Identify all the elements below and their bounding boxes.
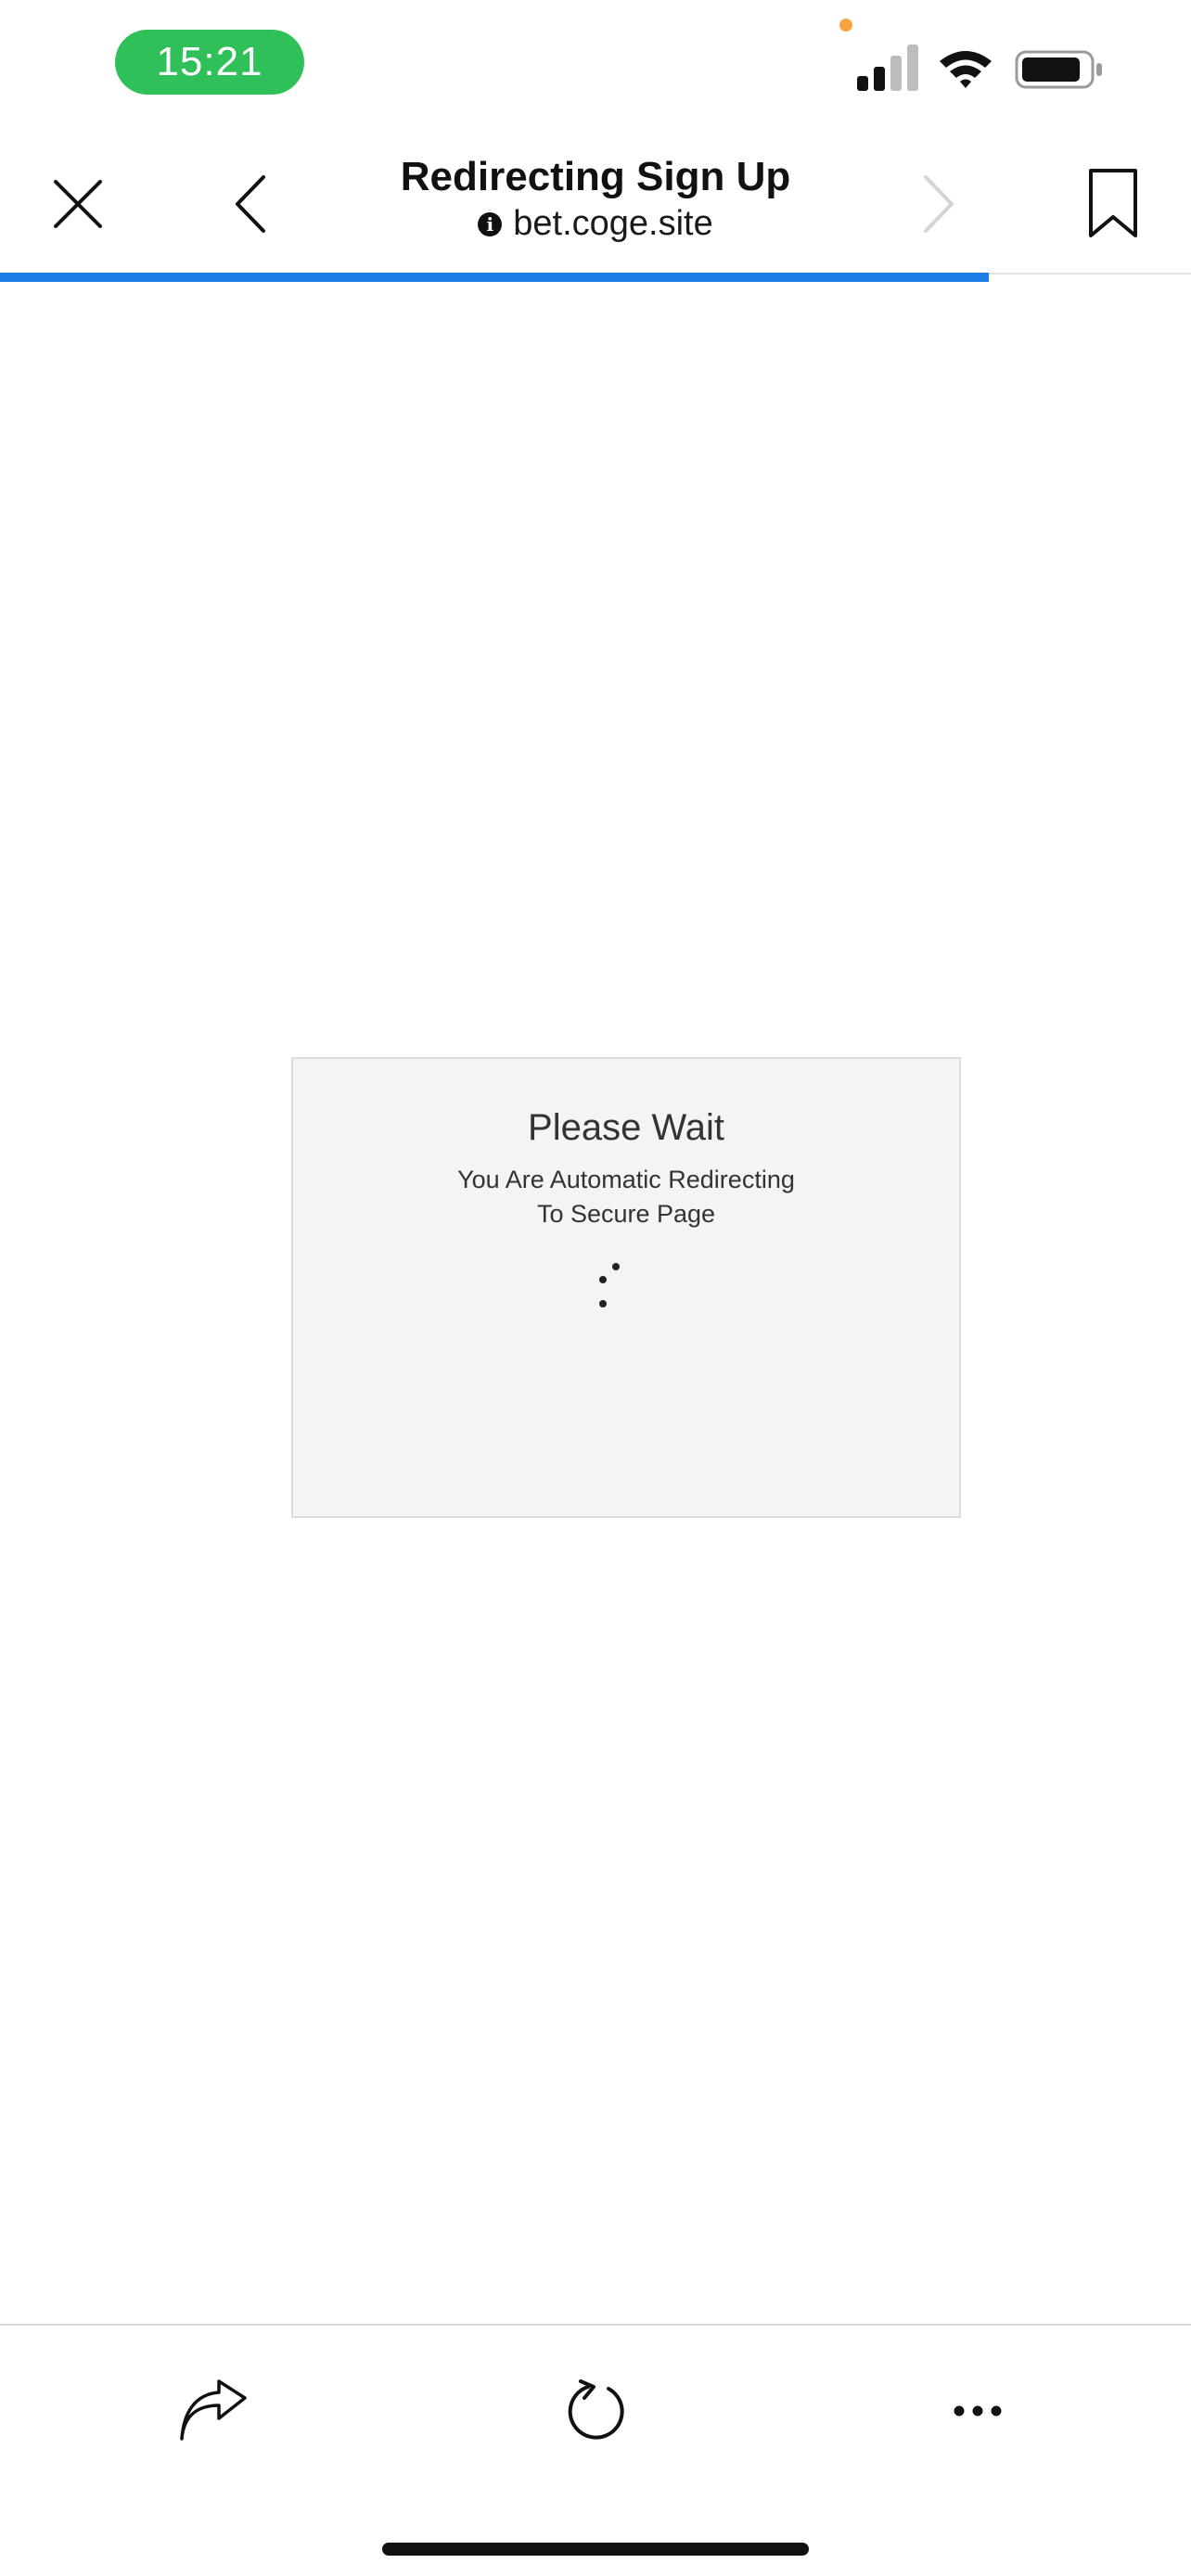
wait-message-line-1: You Are Automatic Redirecting <box>457 1166 795 1193</box>
status-time: 15:21 <box>115 30 304 95</box>
more-button[interactable] <box>931 2365 1024 2457</box>
home-indicator[interactable] <box>382 2543 809 2556</box>
battery-icon <box>1015 50 1102 89</box>
wait-title: Please Wait <box>528 1107 724 1148</box>
more-icon <box>954 2405 1002 2417</box>
reload-button[interactable] <box>549 2365 642 2457</box>
wifi-icon <box>940 51 992 88</box>
page-title: Redirecting Sign Up <box>400 154 791 199</box>
close-button[interactable] <box>32 158 124 250</box>
back-button[interactable] <box>204 158 297 250</box>
privacy-indicator-dot <box>839 19 852 32</box>
wait-message: You Are Automatic Redirecting To Secure … <box>293 1163 959 1231</box>
chevron-right-icon <box>924 175 954 233</box>
share-icon <box>180 2379 247 2441</box>
bookmark-icon <box>1089 169 1137 237</box>
share-button[interactable] <box>167 2365 260 2457</box>
browser-nav-bar: Redirecting Sign Up i bet.coge.site <box>0 130 1191 274</box>
redirect-notice-box: Please Wait You Are Automatic Redirectin… <box>291 1057 961 1518</box>
bookmark-button[interactable] <box>1067 158 1159 250</box>
url-display[interactable]: i bet.coge.site <box>315 204 876 244</box>
page-load-progress-fill <box>0 273 989 282</box>
info-icon[interactable]: i <box>478 211 503 236</box>
browser-bottom-toolbar <box>0 2324 1191 2576</box>
status-bar: 15:21 <box>0 0 1191 130</box>
loading-spinner-icon <box>599 1263 646 1319</box>
url-text: bet.coge.site <box>513 204 713 243</box>
forward-button[interactable] <box>892 158 985 250</box>
cellular-signal-icon <box>857 43 918 91</box>
close-icon <box>54 180 102 228</box>
reload-icon <box>568 2379 624 2440</box>
chevron-left-icon <box>236 175 265 233</box>
web-content: Please Wait You Are Automatic Redirectin… <box>0 282 1191 2326</box>
page-load-progress <box>0 273 1191 282</box>
wait-message-line-2: To Secure Page <box>536 1200 716 1228</box>
